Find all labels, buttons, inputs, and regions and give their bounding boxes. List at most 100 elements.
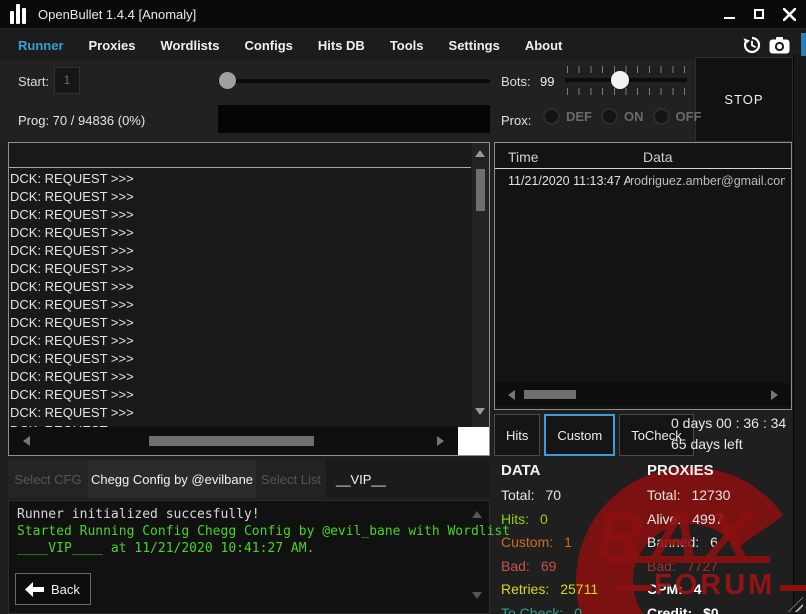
timer-block: 0 days 00 : 36 : 34 65 days left [671, 415, 803, 452]
minimize-button[interactable] [722, 7, 736, 21]
table-row[interactable]: 11/21/2020 11:13:47 AM rodriguez.amber@g… [495, 172, 785, 190]
horizontal-scrollbar[interactable] [9, 427, 458, 455]
log-line: DCK: REQUEST >>> [10, 170, 454, 188]
select-list-button[interactable]: Select List [256, 460, 326, 498]
stat-row: Hits: 0 [501, 508, 598, 532]
log-line: DCK: REQUEST >>> [10, 368, 454, 386]
stat-value: 69 [541, 558, 557, 574]
crax-watermark-line [780, 585, 806, 591]
stat-value: 25711 [560, 581, 598, 597]
radio-label: DEF [566, 109, 592, 124]
radio-label: OFF [676, 109, 702, 124]
progress-label: Prog: 70 / 94836 (0%) [18, 113, 145, 128]
menu-item[interactable]: Tools [390, 38, 424, 53]
elapsed-timer: 0 days 00 : 36 : 34 [671, 415, 803, 431]
runner-controls: Start: 1 Bots: 99 STOP Prog: 70 / 94836 … [0, 60, 806, 142]
radio-icon [601, 108, 618, 125]
bots-slider-ticks [567, 88, 685, 95]
stat-label: To Check: [501, 605, 563, 614]
runner-log-lines: Runner initialized succesfully!Started R… [17, 506, 467, 557]
stat-row: Custom: 1 [501, 531, 598, 555]
openbullet-window: OpenBullet 1.4.4 [Anomaly] Runner Proxies… [0, 0, 806, 614]
scroll-right-icon[interactable] [437, 436, 444, 446]
start-input[interactable]: 1 [54, 67, 80, 94]
log-line: DCK: REQUEST >>> [10, 350, 454, 368]
scrollbar-thumb[interactable] [476, 169, 485, 211]
scrollbar-thumb[interactable] [149, 436, 314, 446]
wordlist-name: __VIP__ [326, 460, 386, 498]
vertical-scrollbar[interactable] [472, 143, 489, 427]
request-log-panel: DCK: REQUEST >>>DCK: REQUEST >>>DCK: REQ… [8, 142, 490, 456]
log-line: DCK: REQUEST >>> [10, 296, 454, 314]
scroll-up-icon[interactable] [475, 150, 485, 157]
start-label: Start: [18, 74, 49, 89]
stat-value: 70 [545, 487, 561, 503]
history-button[interactable] [742, 36, 761, 54]
scroll-down-icon[interactable] [472, 592, 482, 599]
back-button[interactable]: Back [15, 573, 91, 605]
log-line: DCK: REQUEST >>> [10, 206, 454, 224]
scroll-up-icon[interactable] [472, 511, 482, 518]
stat-value: 0 [540, 511, 548, 527]
horizontal-scrollbar[interactable] [496, 383, 790, 406]
stat-value: $0 [703, 605, 719, 614]
stat-row: Retries:25711 [501, 578, 598, 602]
select-cfg-button[interactable]: Select CFG [8, 460, 88, 498]
bots-slider-ticks [567, 66, 685, 73]
menu-item[interactable]: Configs [244, 38, 292, 53]
scrollbar-thumb[interactable] [524, 390, 576, 399]
days-left: 65 days left [671, 436, 803, 452]
log-line: DCK: REQUEST >>> [10, 188, 454, 206]
close-button[interactable] [782, 7, 796, 21]
right-edge-accent [801, 33, 806, 56]
results-tab[interactable]: Hits [494, 414, 540, 456]
stat-label: Hits: [501, 511, 529, 527]
bots-label: Bots: [501, 74, 531, 89]
menu-item[interactable]: Proxies [89, 38, 136, 53]
stat-value: 1 [564, 534, 572, 550]
menu-item[interactable]: Runner [18, 38, 64, 53]
start-slider[interactable] [218, 79, 490, 83]
radio-icon [653, 108, 670, 125]
scroll-down-icon[interactable] [475, 408, 485, 415]
proxy-mode-label: Prox: [501, 113, 531, 128]
scroll-left-icon[interactable] [23, 436, 30, 446]
stat-value: 0 [574, 605, 582, 614]
stat-row: Total: 70 [501, 484, 598, 508]
menu-item[interactable]: Wordlists [160, 38, 219, 53]
request-log-lines: DCK: REQUEST >>>DCK: REQUEST >>>DCK: REQ… [10, 170, 454, 427]
column-header-time[interactable]: Time [508, 149, 539, 165]
crax-watermark-strike [608, 556, 770, 563]
proxy-mode-radio[interactable]: DEF [543, 108, 592, 125]
screenshot-button[interactable] [769, 37, 790, 54]
crax-watermark-line [616, 585, 652, 591]
scroll-left-icon[interactable] [508, 390, 515, 400]
bots-value: 99 [540, 74, 554, 89]
results-tab[interactable]: Custom [544, 414, 615, 456]
config-bar: Select CFG Chegg Config by @evilbane Sel… [8, 460, 490, 498]
log-line: DCK: REQUEST >>> [10, 404, 454, 422]
log-line: DCK: REQUEST >>> [10, 386, 454, 404]
menu-item[interactable]: About [525, 38, 563, 53]
log-line: DCK: REQUEST >>> [10, 260, 454, 278]
column-header-data[interactable]: Data [643, 149, 673, 165]
proxy-mode-radio[interactable]: ON [601, 108, 644, 125]
menu-item[interactable]: Settings [449, 38, 500, 53]
stat-label: Custom: [501, 534, 553, 550]
maximize-button[interactable] [752, 7, 766, 21]
bots-slider-thumb[interactable] [611, 71, 629, 89]
progress-bar [218, 105, 490, 133]
menu-item[interactable]: Hits DB [318, 38, 365, 53]
stop-button[interactable]: STOP [695, 57, 793, 142]
history-clock-icon [742, 36, 761, 54]
log-line: DCK: REQUEST >>> [10, 314, 454, 332]
proxy-mode-radio[interactable]: OFF [653, 108, 702, 125]
start-slider-thumb[interactable] [219, 72, 236, 89]
window-title: OpenBullet 1.4.4 [Anomaly] [38, 7, 196, 22]
maximize-icon [754, 9, 764, 19]
scroll-right-icon[interactable] [771, 390, 778, 400]
data-stats-header: DATA [501, 462, 598, 479]
stat-label: Total: [501, 487, 534, 503]
log-line: DCK: REQUEST >>> [10, 332, 454, 350]
results-header: Time Data [495, 146, 791, 169]
